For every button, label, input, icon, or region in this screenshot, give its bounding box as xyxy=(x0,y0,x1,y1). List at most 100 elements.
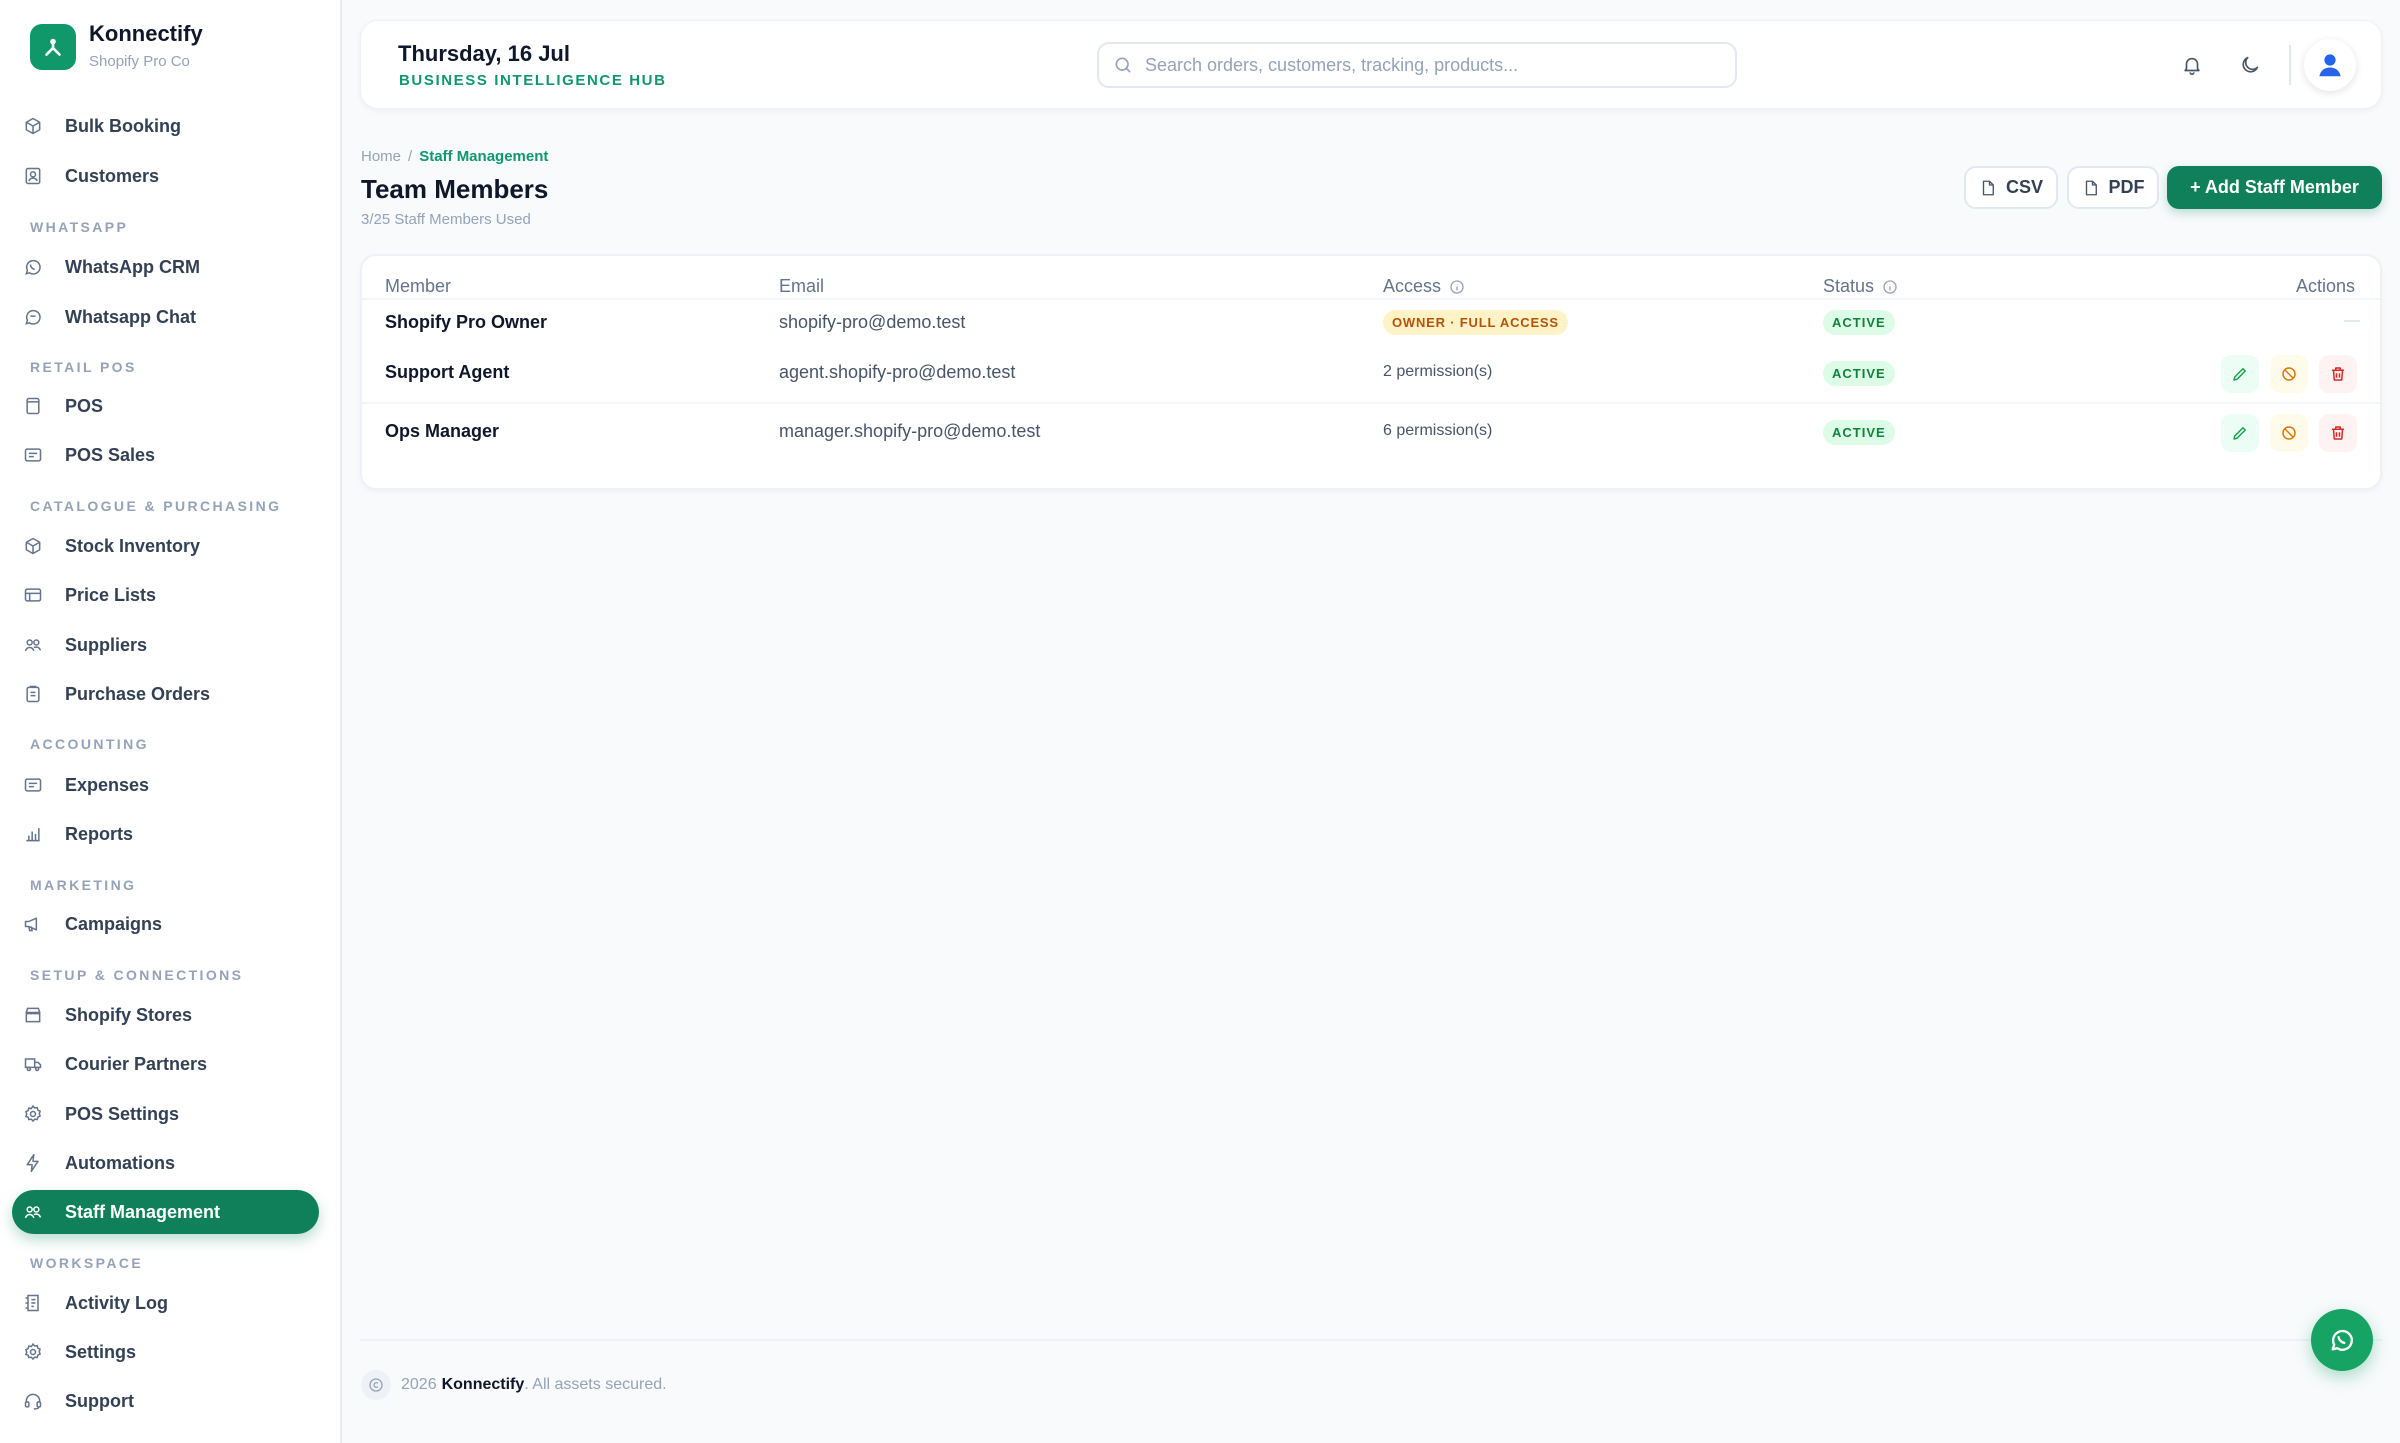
breadcrumb-home[interactable]: Home xyxy=(361,148,401,165)
csv-label: CSV xyxy=(2005,177,2043,197)
sidebar-item-whatsapp-crm[interactable]: WhatsApp CRM xyxy=(12,245,319,289)
column-header-email: Email xyxy=(779,276,825,296)
export-csv-button[interactable]: CSV xyxy=(1964,166,2058,209)
sidebar: Konnectify Shopify Pro Co Bulk Booking C… xyxy=(0,0,342,1443)
block-icon xyxy=(2282,367,2296,381)
add-staff-label: + Add Staff Member xyxy=(2190,177,2359,197)
access-badge-owner: OWNER · FULL ACCESS xyxy=(1383,310,1568,335)
member-name: Ops Manager xyxy=(385,421,500,441)
sidebar-item-label: Campaigns xyxy=(65,913,163,934)
sidebar-item-pos[interactable]: POS xyxy=(12,384,319,428)
sidebar-item-label: Support xyxy=(65,1390,134,1411)
sidebar-item-label: POS Sales xyxy=(65,444,156,465)
sidebar-item-settings[interactable]: Settings xyxy=(12,1330,319,1374)
sidebar-item-label: Activity Log xyxy=(65,1292,169,1313)
member-permissions: 2 permission(s) xyxy=(1383,363,1493,380)
member-email: agent.shopify-pro@demo.test xyxy=(779,362,1016,382)
delete-member-button[interactable] xyxy=(2319,414,2357,452)
sidebar-item-label: Settings xyxy=(65,1341,137,1362)
footer-divider xyxy=(360,1339,2382,1341)
theme-toggle-button[interactable] xyxy=(2236,51,2264,79)
sidebar-item-label: WhatsApp CRM xyxy=(65,256,200,277)
sidebar-item-whatsapp-chat[interactable]: Whatsapp Chat xyxy=(12,295,319,339)
sidebar-item-label: Customers xyxy=(65,165,160,186)
sidebar-item-label: Suppliers xyxy=(65,634,148,655)
section-label-accounting: ACCOUNTING xyxy=(30,736,149,752)
section-label-setup: SETUP & CONNECTIONS xyxy=(30,967,244,983)
chat-icon xyxy=(25,309,41,325)
footer-brand: Konnectify xyxy=(441,1376,525,1393)
sidebar-item-purchase-orders[interactable]: Purchase Orders xyxy=(12,672,319,716)
trash-icon xyxy=(2332,367,2344,381)
footer: 2026 Konnectify . All assets secured. xyxy=(361,1370,667,1400)
edit-member-button[interactable] xyxy=(2221,355,2259,393)
search-bar[interactable] xyxy=(1097,42,1737,88)
sidebar-item-expenses[interactable]: Expenses xyxy=(12,763,319,807)
bar-chart-icon xyxy=(26,828,40,842)
sidebar-item-label: Expenses xyxy=(65,774,150,795)
brand-company: Shopify Pro Co xyxy=(89,53,190,70)
sidebar-item-staff-management[interactable]: Staff Management xyxy=(12,1190,319,1234)
sidebar-item-shopify-stores[interactable]: Shopify Stores xyxy=(12,993,319,1037)
sidebar-item-stock-inventory[interactable]: Stock Inventory xyxy=(12,524,319,568)
users-icon xyxy=(25,167,41,185)
sidebar-item-label: POS Settings xyxy=(65,1103,180,1124)
sidebar-item-bulk-booking[interactable]: Bulk Booking xyxy=(12,104,319,148)
status-badge: ACTIVE xyxy=(1823,361,1895,386)
whatsapp-icon xyxy=(25,259,41,275)
header-date: Thursday, 16 Jul xyxy=(398,41,570,66)
copyright-icon xyxy=(361,1370,391,1400)
sidebar-item-support[interactable]: Support xyxy=(12,1379,319,1423)
sidebar-item-suppliers[interactable]: Suppliers xyxy=(12,623,319,667)
user-avatar-button[interactable] xyxy=(2304,39,2356,91)
brand[interactable]: Konnectify Shopify Pro Co xyxy=(30,20,203,74)
suppliers-icon xyxy=(24,639,42,652)
suspend-member-button[interactable] xyxy=(2270,414,2308,452)
sidebar-item-label: Courier Partners xyxy=(65,1053,208,1074)
clipboard-icon xyxy=(26,685,40,703)
delete-member-button[interactable] xyxy=(2319,355,2357,393)
sidebar-item-label: Stock Inventory xyxy=(65,535,201,556)
notifications-button[interactable] xyxy=(2178,51,2206,79)
box-icon xyxy=(25,117,41,135)
footer-text: . All assets secured. xyxy=(524,1376,667,1393)
breadcrumb-separator: / xyxy=(408,148,413,165)
info-icon[interactable] xyxy=(1449,279,1465,295)
section-label-catalogue: CATALOGUE & PURCHASING xyxy=(30,498,282,514)
footer-year: 2026 xyxy=(401,1376,437,1393)
moon-icon xyxy=(2242,56,2259,73)
info-icon[interactable] xyxy=(1882,279,1898,295)
gear-icon xyxy=(24,1104,42,1123)
sidebar-item-pos-sales[interactable]: POS Sales xyxy=(12,433,319,477)
sidebar-item-activity-log[interactable]: Activity Log xyxy=(12,1281,319,1325)
sidebar-item-campaigns[interactable]: Campaigns xyxy=(12,902,319,946)
pdf-label: PDF xyxy=(2108,177,2145,197)
sidebar-item-customers[interactable]: Customers xyxy=(12,154,319,198)
log-icon xyxy=(25,1294,39,1312)
column-header-status: Status xyxy=(1823,276,1898,297)
edit-member-button[interactable] xyxy=(2221,414,2259,452)
export-pdf-button[interactable]: PDF xyxy=(2067,166,2159,209)
sidebar-item-price-lists[interactable]: Price Lists xyxy=(12,573,319,617)
whatsapp-support-button[interactable] xyxy=(2311,1309,2373,1371)
sidebar-item-pos-settings[interactable]: POS Settings xyxy=(12,1092,319,1136)
sidebar-item-courier-partners[interactable]: Courier Partners xyxy=(12,1042,319,1086)
bolt-icon xyxy=(26,1153,39,1173)
sidebar-item-reports[interactable]: Reports xyxy=(12,812,319,856)
section-label-whatsapp: WHATSAPP xyxy=(30,219,129,235)
wallet-icon xyxy=(24,778,42,792)
sidebar-item-label: Whatsapp Chat xyxy=(65,306,197,327)
block-icon xyxy=(2282,426,2296,440)
section-label-marketing: MARKETING xyxy=(30,877,137,893)
member-name: Shopify Pro Owner xyxy=(385,312,548,332)
suspend-member-button[interactable] xyxy=(2270,355,2308,393)
add-staff-member-button[interactable]: + Add Staff Member xyxy=(2167,166,2382,209)
headset-icon xyxy=(24,1393,42,1410)
file-icon xyxy=(2085,180,2097,195)
sidebar-item-automations[interactable]: Automations xyxy=(12,1141,319,1185)
column-header-member: Member xyxy=(385,276,452,296)
top-header: Thursday, 16 Jul BUSINESS INTELLIGENCE H… xyxy=(360,20,2382,109)
column-header-status-label: Status xyxy=(1823,276,1875,296)
list-icon xyxy=(24,588,42,602)
search-input[interactable] xyxy=(1145,54,1705,76)
